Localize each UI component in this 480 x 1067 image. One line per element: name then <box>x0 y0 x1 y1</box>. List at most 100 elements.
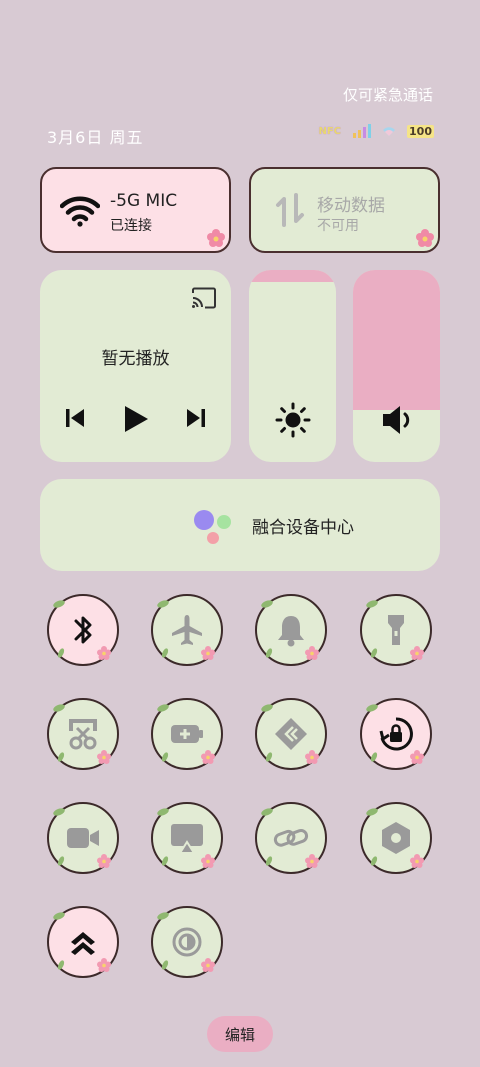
flower-decoration-icon <box>201 958 215 972</box>
leaf-decoration-icon <box>265 856 273 866</box>
flower-decoration-icon <box>305 854 319 868</box>
bell-icon <box>278 616 304 647</box>
flower-decoration-icon <box>207 229 225 247</box>
status-bar-icons: NFC 100 <box>318 124 434 138</box>
leaf-decoration-icon <box>57 960 65 970</box>
mobile-data-tile[interactable]: 移动数据 不可用 <box>249 167 440 253</box>
flower-decoration-icon <box>305 646 319 660</box>
media-title: 暂无播放 <box>101 349 170 369</box>
toggle-screenshot[interactable] <box>47 698 119 770</box>
volume-icon <box>382 406 409 434</box>
leaf-decoration-icon <box>53 808 65 816</box>
leaf-decoration-icon <box>157 912 169 920</box>
leaf-decoration-icon <box>161 960 169 970</box>
edit-button[interactable]: 编辑 <box>207 1016 273 1052</box>
flower-decoration-icon <box>416 229 434 247</box>
leaf-decoration-icon <box>53 912 65 920</box>
wifi-network-name: -5G MIC <box>110 191 178 211</box>
volume-level-fill <box>353 270 440 411</box>
date-label: 3月6日 周五 <box>47 128 144 147</box>
flower-decoration-icon <box>410 646 424 660</box>
mobile-data-icon <box>276 193 304 227</box>
media-player-card[interactable]: 暂无播放 <box>40 270 231 462</box>
leaf-decoration-icon <box>57 856 65 866</box>
leaf-decoration-icon <box>366 808 378 816</box>
leaf-decoration-icon <box>265 648 273 658</box>
device-center-card[interactable]: 融合设备中心 <box>40 479 440 571</box>
flashlight-icon <box>388 615 404 645</box>
settings-hexagon-icon <box>382 822 410 854</box>
battery-indicator: 100 <box>407 124 434 138</box>
flower-decoration-icon <box>201 854 215 868</box>
leaf-decoration-icon <box>161 648 169 658</box>
leaf-decoration-icon <box>366 704 378 712</box>
wifi-icon <box>60 196 100 227</box>
brightness-slider[interactable] <box>249 270 336 462</box>
bluetooth-icon <box>74 616 92 644</box>
leaf-decoration-icon <box>261 808 273 816</box>
brightness-icon <box>275 402 310 438</box>
wifi-status-icon <box>383 126 396 136</box>
toggle-rotation-lock[interactable] <box>360 698 432 770</box>
leaf-decoration-icon <box>370 648 378 658</box>
leaf-decoration-icon <box>157 600 169 608</box>
cast-icon[interactable] <box>191 287 217 309</box>
leaf-decoration-icon <box>366 600 378 608</box>
device-center-label: 融合设备中心 <box>252 518 354 538</box>
screenshot-icon <box>69 719 97 750</box>
toggle-link[interactable] <box>255 802 327 874</box>
leaf-decoration-icon <box>53 704 65 712</box>
leaf-decoration-icon <box>53 600 65 608</box>
leaf-decoration-icon <box>370 752 378 762</box>
flower-decoration-icon <box>410 854 424 868</box>
toggle-screen-cast[interactable] <box>151 802 223 874</box>
toggle-eye-comfort[interactable] <box>151 906 223 978</box>
toggle-performance-mode[interactable] <box>47 906 119 978</box>
play-icon[interactable] <box>123 405 149 433</box>
toggle-battery-saver[interactable] <box>151 698 223 770</box>
wifi-status-label: 已连接 <box>110 218 152 234</box>
flower-decoration-icon <box>97 854 111 868</box>
leaf-decoration-icon <box>261 600 273 608</box>
leaf-decoration-icon <box>157 808 169 816</box>
leaf-decoration-icon <box>157 704 169 712</box>
leaf-decoration-icon <box>370 856 378 866</box>
toggle-bell[interactable] <box>255 594 327 666</box>
previous-icon[interactable] <box>65 408 85 428</box>
flower-decoration-icon <box>201 750 215 764</box>
leaf-decoration-icon <box>57 752 65 762</box>
leaf-decoration-icon <box>261 704 273 712</box>
toggle-settings-hexagon[interactable] <box>360 802 432 874</box>
flower-decoration-icon <box>201 646 215 660</box>
next-icon[interactable] <box>186 408 206 428</box>
nfc-icon: NFC <box>318 125 342 137</box>
toggle-airplane[interactable] <box>151 594 223 666</box>
toggle-flashlight[interactable] <box>360 594 432 666</box>
toggle-bluetooth[interactable] <box>47 594 119 666</box>
screen-cast-icon <box>171 824 203 854</box>
emergency-calls-only-text: 仅可紧急通话 <box>342 86 433 104</box>
toggle-share[interactable] <box>255 698 327 770</box>
leaf-decoration-icon <box>265 752 273 762</box>
rotation-lock-icon <box>379 717 413 751</box>
leaf-decoration-icon <box>161 752 169 762</box>
mobile-data-status: 不可用 <box>317 218 359 234</box>
share-icon <box>275 718 307 750</box>
toggle-screen-record[interactable] <box>47 802 119 874</box>
flower-decoration-icon <box>97 958 111 972</box>
flower-decoration-icon <box>97 646 111 660</box>
volume-slider[interactable] <box>353 270 440 462</box>
performance-mode-icon <box>71 932 95 955</box>
battery-saver-icon <box>171 725 203 743</box>
link-icon <box>273 828 309 847</box>
airplane-icon <box>172 615 202 645</box>
signal-icon <box>353 124 372 138</box>
flower-decoration-icon <box>410 750 424 764</box>
eye-comfort-icon <box>172 927 202 957</box>
brightness-level-fill <box>249 270 336 282</box>
flower-decoration-icon <box>97 750 111 764</box>
mobile-data-label: 移动数据 <box>317 196 385 216</box>
flower-decoration-icon <box>305 750 319 764</box>
leaf-decoration-icon <box>161 856 169 866</box>
wifi-tile[interactable]: -5G MIC 已连接 <box>40 167 231 253</box>
